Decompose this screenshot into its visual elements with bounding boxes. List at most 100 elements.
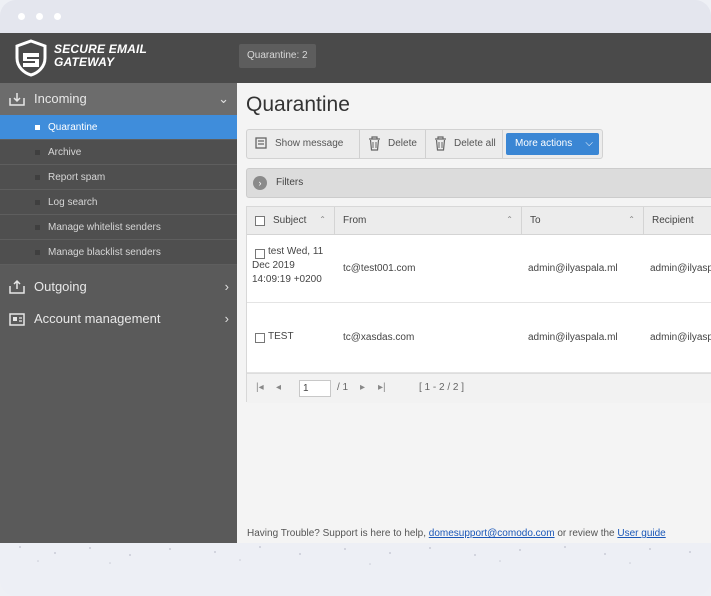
sidebar-item-report-spam[interactable]: Report spam <box>0 165 237 190</box>
bullet-icon <box>35 250 40 255</box>
sort-icon: ⌃ <box>628 215 635 224</box>
show-message-button[interactable]: Show message <box>247 130 360 158</box>
delete-all-label: Delete all <box>454 138 496 149</box>
sidebar: Incoming ⌄ Quarantine Archive Report spa… <box>0 83 243 543</box>
bullet-icon <box>35 175 40 180</box>
trash-icon <box>435 136 446 151</box>
sidebar-item-label: Quarantine <box>48 122 98 133</box>
sidebar-item-manage-whitelist[interactable]: Manage whitelist senders <box>0 215 237 240</box>
window-chrome <box>0 0 711 33</box>
chevron-right-icon: › <box>224 279 229 294</box>
sidebar-group-outgoing-label: Outgoing <box>34 279 87 294</box>
bullet-icon <box>35 125 40 130</box>
sort-icon: ⌃ <box>506 215 513 224</box>
more-actions-button[interactable]: More actions ⌵ <box>506 133 599 155</box>
sidebar-group-outgoing[interactable]: Outgoing › <box>0 271 237 303</box>
select-all-checkbox[interactable] <box>255 216 265 226</box>
subject-line: TEST <box>268 331 294 342</box>
column-header-from[interactable]: From ⌃ <box>335 207 522 235</box>
shield-logo-icon <box>15 39 47 77</box>
delete-button[interactable]: Delete <box>360 130 426 158</box>
sidebar-item-label: Manage whitelist senders <box>48 222 161 233</box>
sidebar-item-label: Manage blacklist senders <box>48 247 161 258</box>
window-dot-1 <box>18 13 25 20</box>
subject-line: 14:09:19 +0200 <box>252 274 322 285</box>
inbox-icon <box>9 93 25 106</box>
screenshot-frame: SECURE EMAIL GATEWAY Quarantine: 2 Incom… <box>0 0 711 596</box>
filters-panel[interactable]: › Filters <box>246 168 711 198</box>
outbox-icon <box>9 279 25 294</box>
table-row[interactable]: test Wed, 11 Dec 2019 14:09:19 +0200 tc@… <box>247 235 711 303</box>
more-actions-label: More actions <box>515 138 573 149</box>
column-label: Subject <box>273 215 307 226</box>
page-range: [ 1 - 2 / 2 ] <box>419 382 465 393</box>
footer-prefix: Having Trouble? Support is here to help, <box>247 528 426 539</box>
window-dot-2 <box>36 13 43 20</box>
row-from: tc@test001.com <box>343 263 416 274</box>
sidebar-group-incoming[interactable]: Incoming ⌄ <box>0 83 237 115</box>
chevron-down-icon: ⌵ <box>585 138 593 149</box>
quarantine-table: Subject ⌃ From ⌃ To ⌃ Recipient test Wed… <box>246 206 711 403</box>
bullet-icon <box>35 150 40 155</box>
page-number-input[interactable] <box>299 380 331 397</box>
row-recipient: admin@ilyasp <box>650 332 711 343</box>
top-bar: SECURE EMAIL GATEWAY Quarantine: 2 <box>0 33 711 83</box>
column-header-to[interactable]: To ⌃ <box>522 207 644 235</box>
sort-icon: ⌃ <box>319 215 326 224</box>
subject-line: Dec 2019 <box>252 260 295 271</box>
support-email-link[interactable]: domesupport@comodo.com <box>429 528 555 539</box>
delete-label: Delete <box>388 138 417 149</box>
expand-arrow-icon: › <box>253 176 267 190</box>
row-from: tc@xasdas.com <box>343 332 415 343</box>
delete-all-button[interactable]: Delete all <box>426 130 503 158</box>
support-footer: Having Trouble? Support is here to help,… <box>247 528 666 539</box>
sidebar-group-incoming-label: Incoming <box>34 91 87 106</box>
brand-name: SECURE EMAIL GATEWAY <box>54 43 164 69</box>
row-recipient: admin@ilyasp <box>650 263 711 274</box>
show-message-label: Show message <box>275 138 344 149</box>
sidebar-item-log-search[interactable]: Log search <box>0 190 237 215</box>
sidebar-item-archive[interactable]: Archive <box>0 140 237 165</box>
last-page-icon[interactable]: ▸| <box>378 374 386 402</box>
column-header-recipient[interactable]: Recipient <box>644 207 711 235</box>
account-card-icon <box>9 313 25 326</box>
table-header: Subject ⌃ From ⌃ To ⌃ Recipient <box>247 207 711 235</box>
next-page-icon[interactable]: ▸ <box>360 374 365 402</box>
column-header-subject[interactable]: Subject ⌃ <box>247 207 335 235</box>
sidebar-item-label: Log search <box>48 197 98 208</box>
page-total: / 1 <box>337 382 349 393</box>
chevron-right-icon: › <box>224 311 229 326</box>
column-label: Recipient <box>652 215 694 226</box>
bullet-icon <box>35 200 40 205</box>
footer-middle: or review the <box>557 528 615 539</box>
row-checkbox[interactable] <box>255 333 265 343</box>
column-label: From <box>343 215 367 226</box>
row-to: admin@ilyaspala.ml <box>528 263 618 274</box>
speckle-pattern <box>19 546 691 565</box>
bottom-fade <box>0 543 711 596</box>
sidebar-group-account[interactable]: Account management › <box>0 303 237 335</box>
prev-page-icon[interactable]: ◂ <box>276 374 281 402</box>
message-view-icon <box>255 137 267 149</box>
sidebar-item-label: Archive <box>48 147 82 158</box>
trash-icon <box>369 136 380 151</box>
sidebar-item-label: Report spam <box>48 172 106 183</box>
quarantine-count-badge[interactable]: Quarantine: 2 <box>239 44 316 68</box>
app-window: SECURE EMAIL GATEWAY Quarantine: 2 Incom… <box>0 33 711 543</box>
page-title: Quarantine <box>246 93 350 116</box>
column-label: To <box>530 215 541 226</box>
window-dot-3 <box>54 13 61 20</box>
user-guide-link[interactable]: User guide <box>617 528 665 539</box>
row-subject: TEST <box>268 330 294 344</box>
filters-label: Filters <box>276 177 304 188</box>
first-page-icon[interactable]: |◂ <box>256 374 264 402</box>
brand-line-2: GATEWAY <box>54 55 115 69</box>
main-content: Quarantine Show message Delete Delete al… <box>237 83 711 543</box>
sidebar-group-account-label: Account management <box>34 311 161 326</box>
row-subject: test Wed, 11 <box>268 245 323 259</box>
row-to: admin@ilyaspala.ml <box>528 332 618 343</box>
sidebar-item-quarantine[interactable]: Quarantine <box>0 115 243 140</box>
row-checkbox[interactable] <box>255 249 265 259</box>
table-row[interactable]: TEST tc@xasdas.com admin@ilyaspala.ml ad… <box>247 303 711 373</box>
sidebar-item-manage-blacklist[interactable]: Manage blacklist senders <box>0 240 237 265</box>
